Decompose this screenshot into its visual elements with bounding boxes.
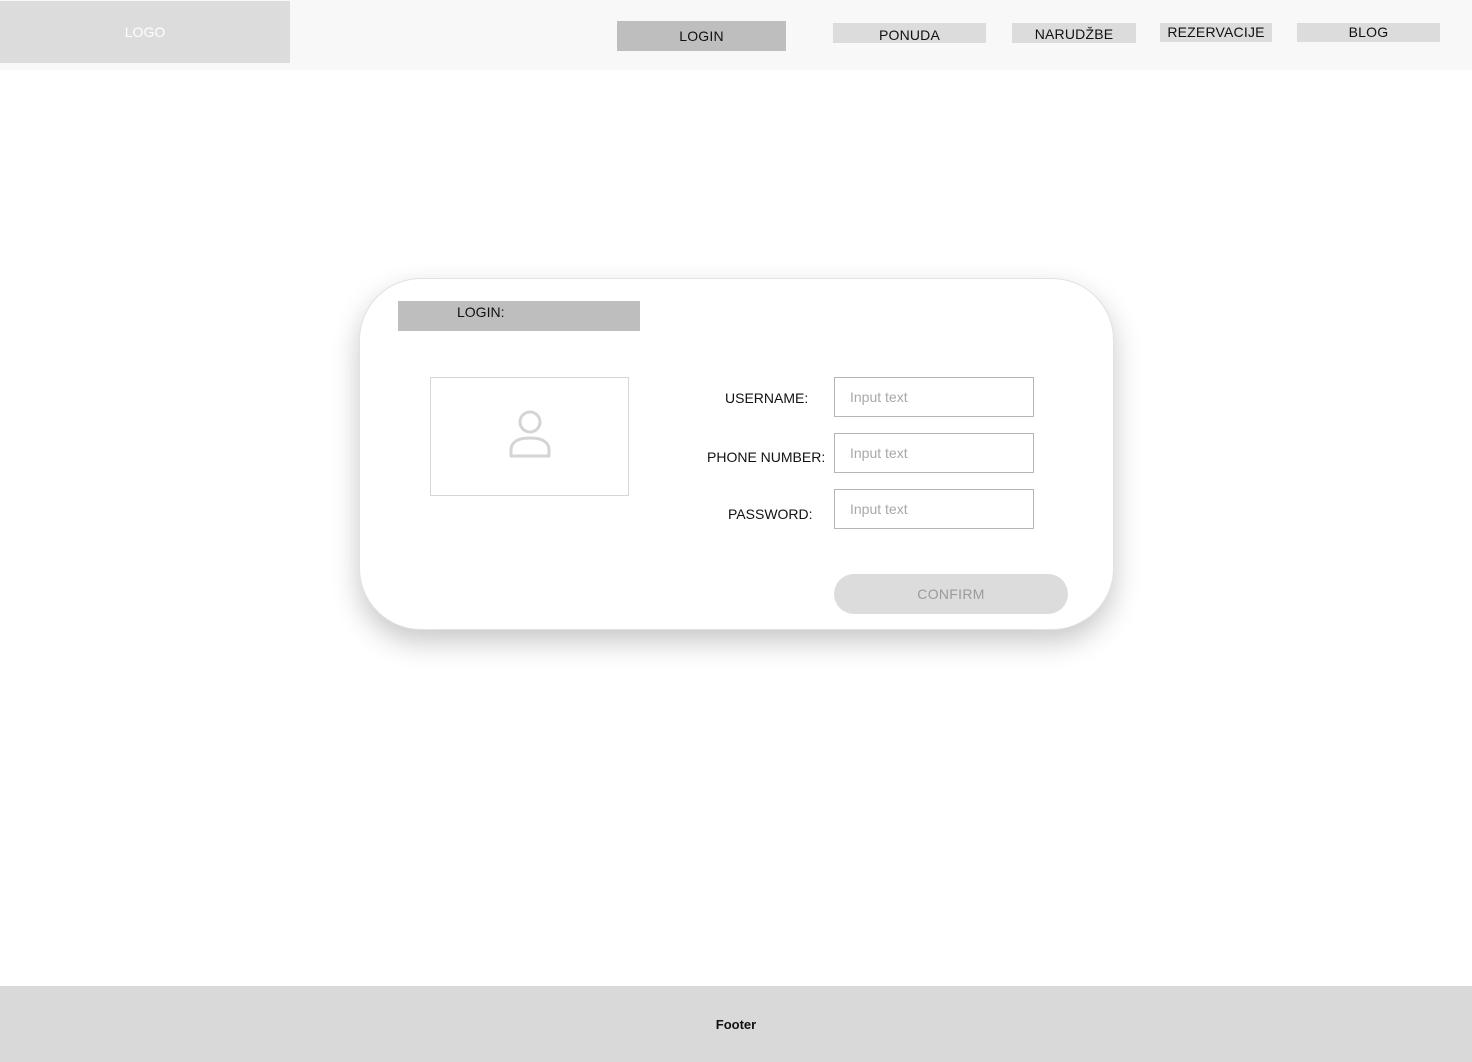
nav-ponuda-button[interactable]: PONUDA bbox=[833, 23, 986, 43]
username-input[interactable] bbox=[834, 377, 1034, 417]
nav-login-button[interactable]: LOGIN bbox=[617, 21, 786, 51]
login-card-title: LOGIN: bbox=[398, 301, 640, 331]
username-label: USERNAME: bbox=[725, 390, 809, 406]
top-header: LOGO LOGIN PONUDA NARUDŽBE REZERVACIJE B… bbox=[0, 0, 1472, 70]
user-icon bbox=[508, 409, 552, 464]
logo[interactable]: LOGO bbox=[0, 1, 290, 63]
password-label: PASSWORD: bbox=[728, 506, 813, 522]
footer-text: Footer bbox=[715, 1016, 757, 1032]
phone-number-input[interactable] bbox=[834, 433, 1034, 473]
nav-narudzbe-button[interactable]: NARUDŽBE bbox=[1012, 23, 1136, 43]
footer: Footer bbox=[0, 986, 1472, 1062]
phone-number-label: PHONE NUMBER: bbox=[707, 449, 826, 465]
confirm-button[interactable]: CONFIRM bbox=[834, 574, 1068, 614]
login-card: LOGIN: USERNAME: PHONE NUMBER: PASSWORD:… bbox=[359, 278, 1114, 630]
nav-rezervacije-button[interactable]: REZERVACIJE bbox=[1160, 23, 1272, 42]
nav-blog-button[interactable]: BLOG bbox=[1297, 23, 1440, 42]
avatar-placeholder bbox=[430, 377, 629, 496]
password-input[interactable] bbox=[834, 489, 1034, 529]
page: LOGO LOGIN PONUDA NARUDŽBE REZERVACIJE B… bbox=[0, 0, 1472, 1062]
